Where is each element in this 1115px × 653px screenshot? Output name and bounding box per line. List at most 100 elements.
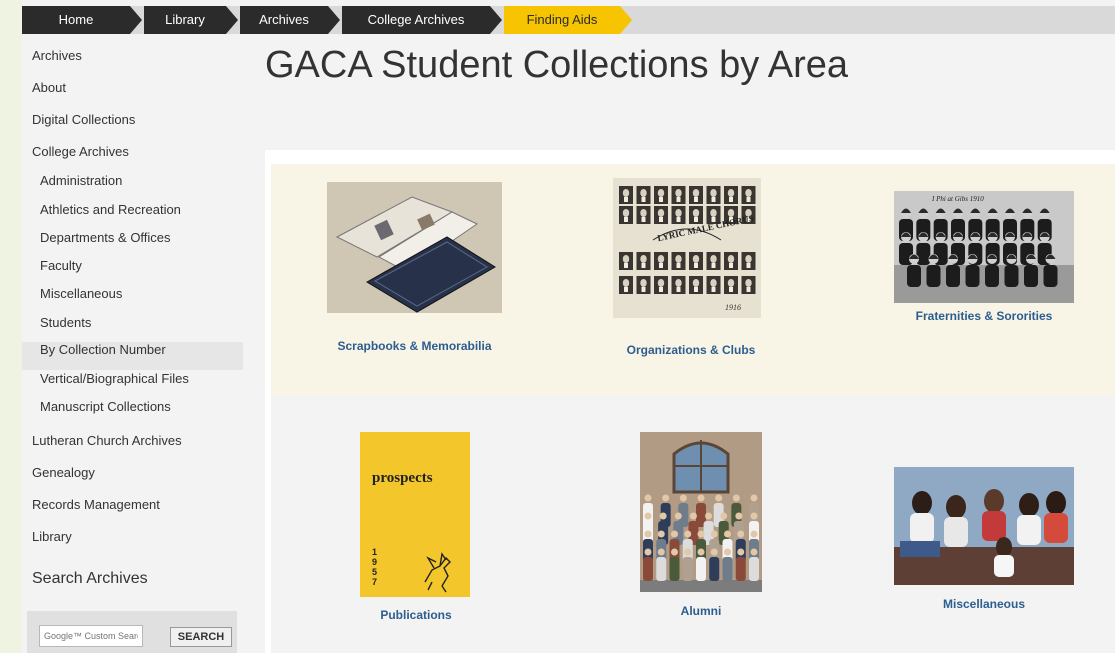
chorus-portrait (706, 186, 721, 204)
breadcrumb-archives[interactable]: Archives (240, 6, 328, 34)
chorus-portrait (619, 186, 633, 204)
sidebar-item-digital-collections[interactable]: Digital Collections (32, 112, 135, 127)
sidebar-item-library[interactable]: Library (32, 529, 72, 544)
collections-row: Scrapbooks & Memorabilia LYRIC MALE CHOR… (271, 164, 1115, 396)
chorus-portrait (636, 276, 651, 294)
chorus-portrait (706, 252, 721, 270)
collection-link-publications[interactable]: Publications (341, 608, 491, 622)
sidebar: Archives About Digital Collections Colle… (22, 34, 243, 653)
sidebar-subitem-vertical-files[interactable]: Vertical/Biographical Files (40, 371, 189, 386)
search-archives-heading: Search Archives (32, 570, 148, 587)
breadcrumb-college-archives[interactable]: College Archives (342, 6, 490, 34)
chorus-portrait (724, 276, 738, 294)
fraternity-caption-text: I Phi at Gibs 1910 (931, 195, 984, 203)
chorus-portrait (619, 252, 633, 270)
sidebar-item-lutheran-church-archives[interactable]: Lutheran Church Archives (32, 433, 182, 448)
collection-link-fraternities[interactable]: Fraternities & Sororities (881, 309, 1087, 323)
breadcrumb-library-label: Library (165, 12, 205, 27)
search-box: SEARCH (27, 611, 237, 653)
breadcrumb-college-archives-label: College Archives (367, 12, 465, 27)
fraternity-member-figure (926, 254, 941, 287)
breadcrumb-home[interactable]: Home (22, 6, 130, 34)
publication-title-text: prospects (372, 470, 433, 486)
chorus-photo: LYRIC MALE CHORUS 1916 (613, 178, 761, 318)
chorus-portrait (741, 252, 756, 270)
chorus-year-text: 1916 (725, 303, 741, 312)
organizations-thumbnail[interactable]: LYRIC MALE CHORUS 1916 (613, 178, 761, 318)
sidebar-item-records-management[interactable]: Records Management (32, 497, 160, 512)
collections-row: prospects 1957 Publications Alumni Misce… (271, 396, 1115, 653)
sidebar-item-archives[interactable]: Archives (32, 48, 82, 63)
sidebar-item-genealogy[interactable]: Genealogy (32, 465, 95, 480)
alumni-photo (640, 432, 762, 592)
fraternities-thumbnail[interactable]: I Phi at Gibs 1910 (894, 191, 1074, 303)
chorus-portrait (671, 206, 686, 224)
scrapbooks-thumbnail[interactable] (327, 182, 502, 313)
fraternity-member-figure (907, 254, 921, 287)
page-title: GACA Student Collections by Area (265, 44, 848, 86)
chorus-portrait (671, 276, 686, 294)
alumni-thumbnail[interactable] (640, 432, 762, 592)
breadcrumb-separator (130, 6, 142, 34)
publications-thumbnail[interactable]: prospects 1957 (360, 432, 470, 597)
breadcrumb-separator (490, 6, 502, 34)
breadcrumb-finding-aids[interactable]: Finding Aids (504, 6, 620, 34)
publication-year-text: 1957 (372, 547, 377, 587)
chorus-portrait (706, 276, 721, 294)
sidebar-subitem-athletics[interactable]: Athletics and Recreation (40, 202, 181, 217)
chorus-portrait (654, 276, 668, 294)
collection-link-miscellaneous[interactable]: Miscellaneous (894, 597, 1074, 611)
chorus-portrait (654, 252, 668, 270)
miscellaneous-photo (894, 467, 1074, 585)
breadcrumb-library[interactable]: Library (144, 6, 226, 34)
collection-link-scrapbooks[interactable]: Scrapbooks & Memorabilia (311, 339, 518, 353)
breadcrumb-archives-label: Archives (259, 12, 309, 27)
breadcrumb-home-label: Home (58, 12, 94, 27)
chorus-portrait (689, 206, 703, 224)
breadcrumb-active-arrow (620, 6, 632, 34)
fraternity-member-figure (946, 254, 960, 287)
breadcrumb: Home Library Archives College Archives F… (22, 6, 1115, 34)
fraternity-member-figure (965, 254, 980, 287)
chorus-portrait (689, 186, 703, 204)
sidebar-item-about[interactable]: About (32, 80, 66, 95)
chorus-portrait (654, 206, 668, 224)
sidebar-subitem-by-collection-number[interactable]: By Collection Number (40, 342, 166, 357)
fraternity-photo: I Phi at Gibs 1910 (894, 191, 1074, 303)
search-button[interactable]: SEARCH (170, 627, 232, 647)
fraternity-member-figure (1004, 254, 1019, 287)
chorus-portrait (636, 206, 651, 224)
page: Home Library Archives College Archives F… (22, 0, 1115, 653)
sidebar-subitem-administration[interactable]: Administration (40, 173, 122, 188)
chorus-portrait (636, 186, 651, 204)
fraternity-member-figure (1024, 254, 1038, 287)
breadcrumb-separator (328, 6, 340, 34)
chorus-portrait (724, 186, 738, 204)
chorus-portrait (741, 276, 756, 294)
search-input[interactable] (39, 625, 143, 647)
chorus-portrait (689, 276, 703, 294)
collection-link-organizations[interactable]: Organizations & Clubs (601, 343, 781, 357)
miscellaneous-thumbnail[interactable] (894, 467, 1074, 585)
chorus-portrait (619, 206, 633, 224)
scrapbook-image (327, 182, 502, 313)
sidebar-subitem-students[interactable]: Students (40, 315, 91, 330)
breadcrumb-separator (226, 6, 238, 34)
sidebar-subitem-miscellaneous[interactable]: Miscellaneous (40, 286, 122, 301)
collection-link-alumni[interactable]: Alumni (640, 604, 762, 618)
chorus-portrait (671, 186, 686, 204)
chorus-portrait (671, 252, 686, 270)
fraternity-member-figure (1043, 254, 1058, 287)
chorus-portrait (741, 186, 756, 204)
chorus-portrait (619, 276, 633, 294)
chorus-portrait (654, 186, 668, 204)
sidebar-subitem-faculty[interactable]: Faculty (40, 258, 82, 273)
sidebar-subitem-departments[interactable]: Departments & Offices (40, 230, 171, 245)
fraternity-member-figure (985, 254, 999, 287)
collections-grid: Scrapbooks & Memorabilia LYRIC MALE CHOR… (265, 150, 1115, 653)
breadcrumb-finding-aids-label: Finding Aids (526, 12, 598, 27)
sidebar-item-college-archives[interactable]: College Archives (32, 144, 129, 159)
chorus-portrait (724, 252, 738, 270)
sidebar-subitem-manuscript-collections[interactable]: Manuscript Collections (40, 399, 171, 414)
publication-cover: prospects 1957 (360, 432, 470, 597)
